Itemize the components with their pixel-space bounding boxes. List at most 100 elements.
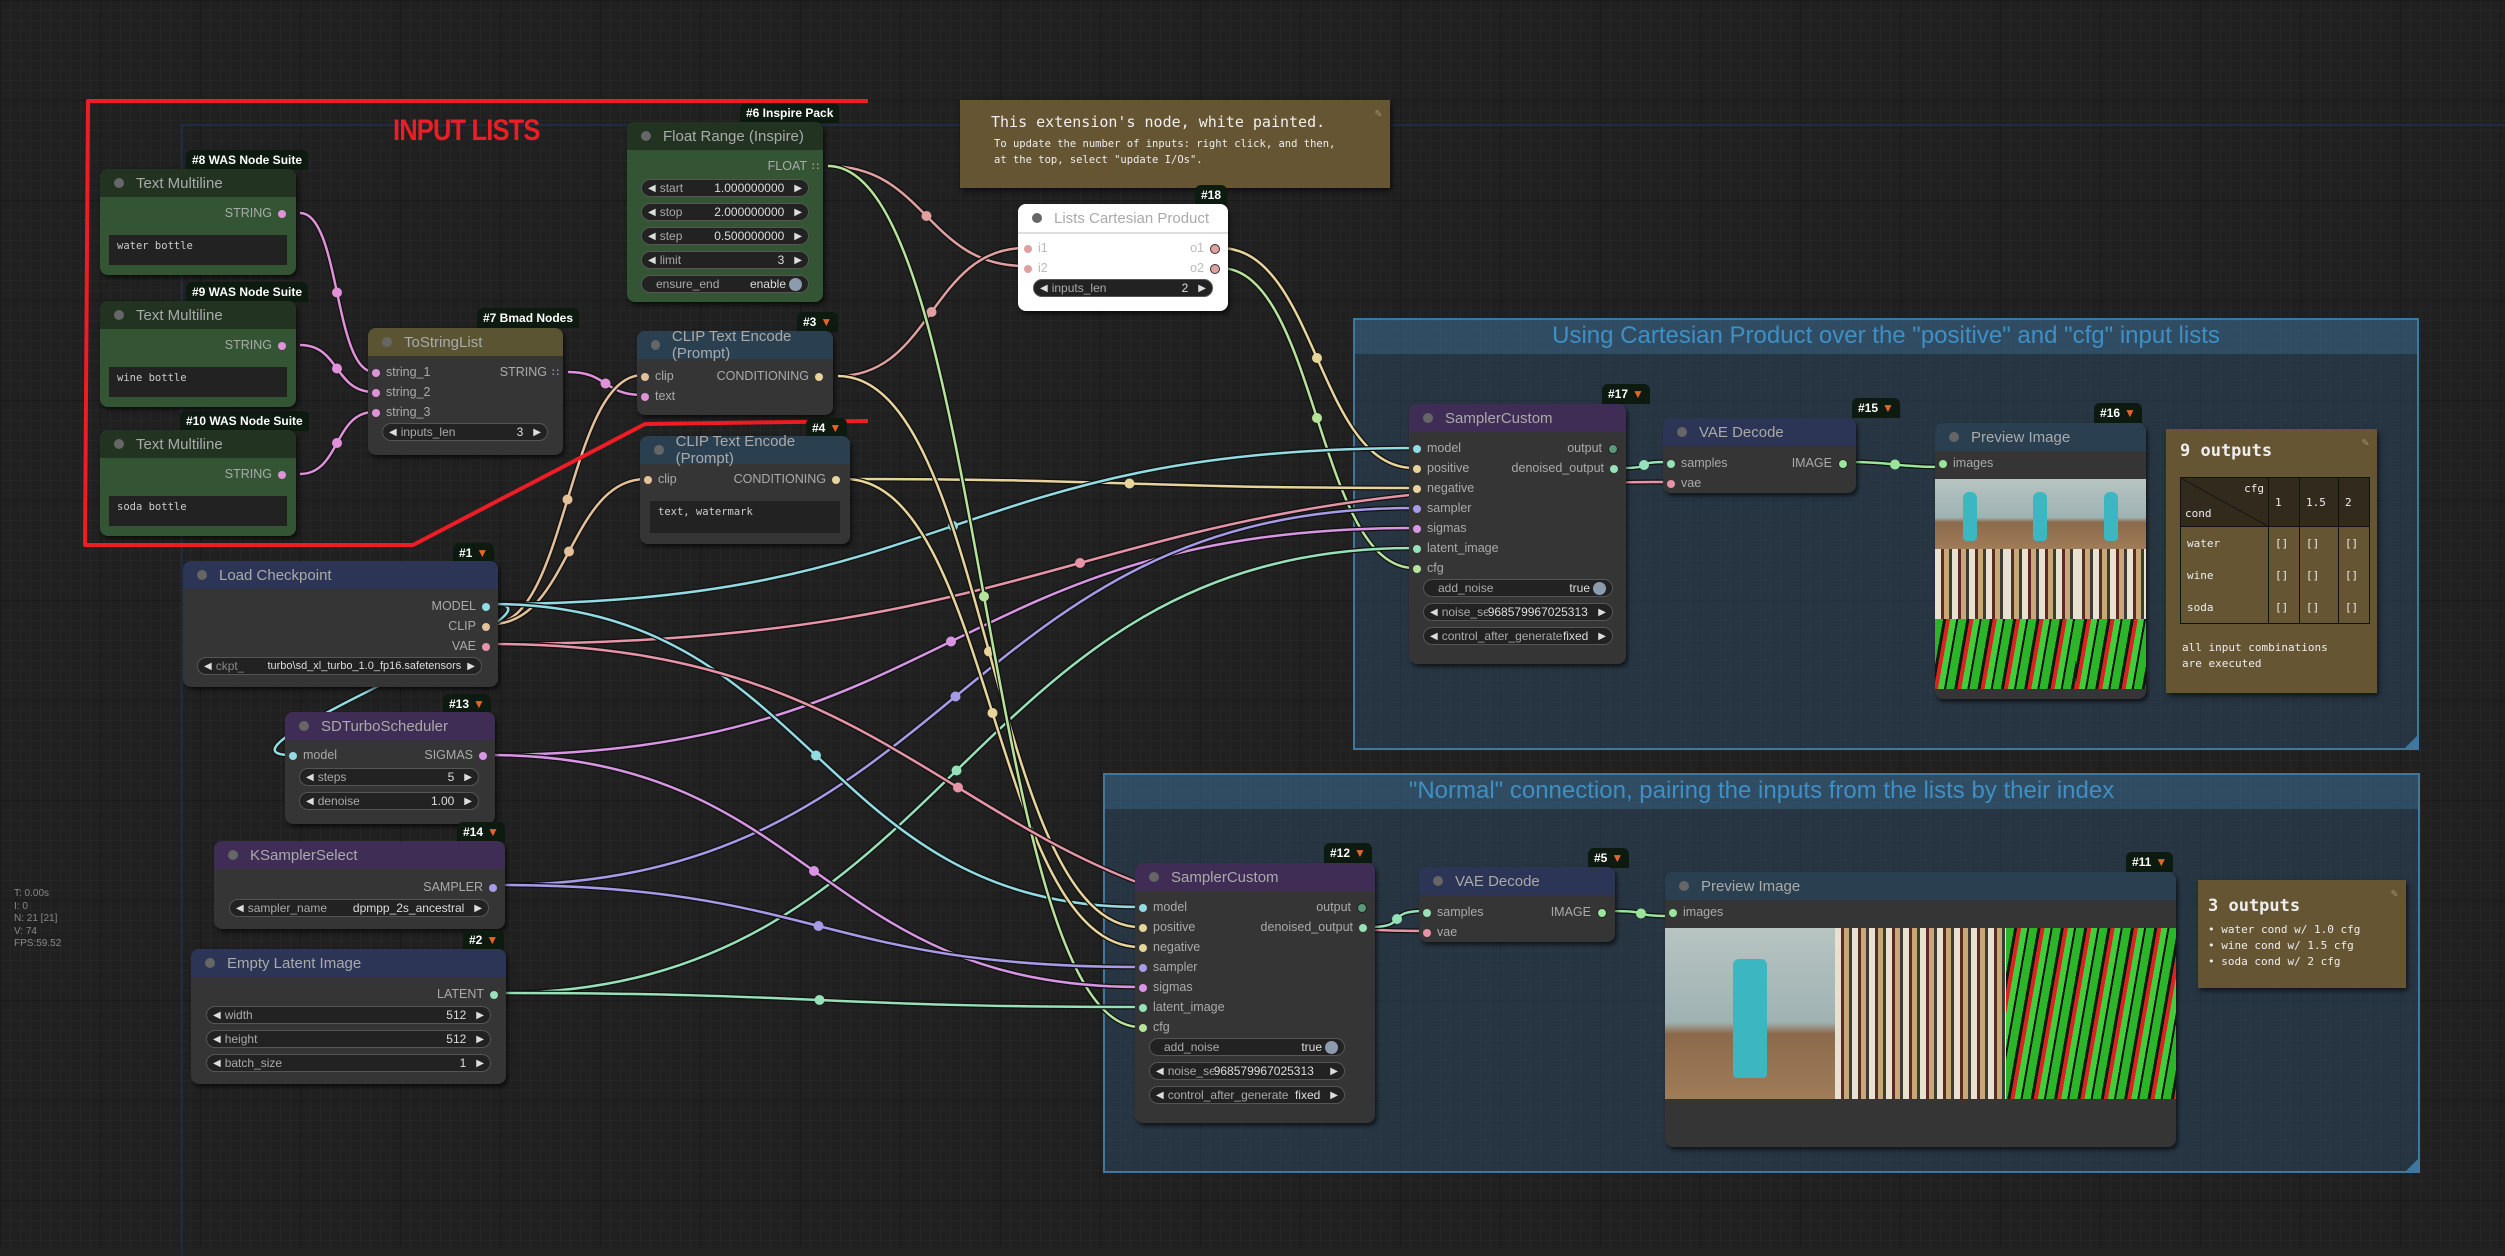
increment-arrow-icon[interactable]: ▶: [464, 796, 472, 807]
step-widget[interactable]: ◀ step 0.500000000 ▶: [641, 227, 809, 245]
node-clip-text-encode-4[interactable]: CLIP Text Encode (Prompt) clip CONDITION…: [640, 433, 850, 544]
collapse-dot-icon[interactable]: [1677, 427, 1687, 437]
slot-dot-icon[interactable]: [1608, 443, 1618, 454]
preview-image-grid[interactable]: [1935, 479, 2146, 689]
node-ksampler-select-14[interactable]: KSamplerSelect SAMPLER ◀ sampler_name dpmp…: [214, 841, 505, 929]
node-text-multiline-9[interactable]: Text Multiline STRING wine bottle: [100, 301, 296, 407]
noise-seed-widget[interactable]: ◀noise_seed968579967025313 ▶: [1149, 1062, 1345, 1080]
input-slot-vae[interactable]: vae: [1423, 922, 1457, 942]
input-slot-latent-image[interactable]: latent_image: [1413, 538, 1499, 558]
steps-widget[interactable]: ◀ steps 5 ▶: [299, 768, 479, 786]
output-slot-string[interactable]: STRING: [225, 464, 292, 484]
output-slot-vae[interactable]: VAE: [452, 636, 496, 656]
collapse-dot-icon[interactable]: [197, 570, 207, 580]
output-slot-denoised-output[interactable]: denoised_output: [1512, 458, 1624, 478]
add-noise-toggle[interactable]: add_noise true: [1423, 579, 1613, 597]
slot-dot-icon[interactable]: [482, 602, 490, 611]
input-slot-cfg[interactable]: cfg: [1139, 1017, 1170, 1037]
decrement-arrow-icon[interactable]: ◀: [213, 1010, 221, 1021]
node-header[interactable]: Preview Image: [1665, 872, 2176, 900]
decrement-arrow-icon[interactable]: ◀: [204, 661, 212, 672]
slot-dot-icon[interactable]: [278, 470, 286, 479]
decrement-arrow-icon[interactable]: ◀: [648, 207, 656, 218]
increment-arrow-icon[interactable]: ▶: [467, 661, 475, 672]
decrement-arrow-icon[interactable]: ◀: [1156, 1066, 1164, 1077]
slot-dot-icon[interactable]: [1139, 963, 1147, 972]
increment-arrow-icon[interactable]: ▶: [474, 903, 482, 914]
group-resize-handle[interactable]: [2405, 736, 2417, 748]
collapse-dot-icon[interactable]: [382, 337, 392, 347]
increment-arrow-icon[interactable]: ▶: [1198, 283, 1206, 294]
decrement-arrow-icon[interactable]: ◀: [213, 1034, 221, 1045]
ckpt-name-select[interactable]: ◀ckpt_name turbo\sd_xl_turbo_1.0_fp16.saf…: [197, 657, 482, 675]
output-slot-conditioning[interactable]: CONDITIONING: [717, 366, 829, 386]
group-title[interactable]: Using Cartesian Product over the "positi…: [1355, 320, 2417, 354]
input-slot-negative[interactable]: negative: [1413, 478, 1474, 498]
output-slot-string-list[interactable]: STRING ∷: [500, 362, 559, 382]
list-output-icon[interactable]: ∷: [552, 367, 559, 379]
text-input[interactable]: wine bottle: [109, 367, 287, 397]
input-slot-i2[interactable]: i2: [1024, 258, 1048, 278]
node-header[interactable]: KSamplerSelect: [214, 841, 505, 869]
text-input[interactable]: text, watermark: [650, 501, 840, 533]
group-resize-handle[interactable]: [2406, 1159, 2418, 1171]
input-slot-images[interactable]: images: [1669, 902, 1723, 922]
slot-dot-icon[interactable]: [490, 990, 498, 999]
slot-dot-icon[interactable]: [1139, 943, 1147, 952]
slot-dot-icon[interactable]: [289, 751, 297, 760]
toggle-knob-icon[interactable]: [789, 277, 802, 291]
collapse-dot-icon[interactable]: [114, 178, 124, 188]
collapse-dot-icon[interactable]: [1949, 432, 1959, 442]
node-text-multiline-10[interactable]: Text Multiline STRING soda bottle: [100, 430, 296, 536]
node-sampler-custom-12[interactable]: SamplerCustom output denoised_output mod…: [1135, 863, 1375, 1123]
output-slot-latent[interactable]: LATENT: [437, 984, 504, 1004]
node-header[interactable]: Lists Cartesian Product: [1018, 204, 1228, 234]
slot-dot-icon[interactable]: [1413, 444, 1421, 453]
increment-arrow-icon[interactable]: ▶: [476, 1034, 484, 1045]
collapse-dot-icon[interactable]: [1679, 881, 1689, 891]
note-three-outputs[interactable]: 3 outputs ✎ • water cond w/ 1.0 cfg • wi…: [2198, 880, 2406, 988]
increment-arrow-icon[interactable]: ▶: [794, 231, 802, 242]
slot-dot-icon[interactable]: [278, 209, 286, 218]
height-widget[interactable]: ◀ height 512 ▶: [206, 1030, 491, 1048]
input-slot-i1[interactable]: i1: [1024, 238, 1048, 258]
decrement-arrow-icon[interactable]: ◀: [648, 255, 656, 266]
slot-dot-icon[interactable]: [372, 388, 380, 397]
node-header[interactable]: Text Multiline: [100, 301, 296, 329]
slot-dot-icon[interactable]: [1423, 928, 1431, 937]
slot-dot-icon[interactable]: [815, 372, 823, 381]
input-slot-sigmas[interactable]: sigmas: [1139, 977, 1193, 997]
node-header[interactable]: CLIP Text Encode (Prompt): [637, 328, 833, 362]
node-header[interactable]: VAE Decode: [1663, 418, 1856, 446]
decrement-arrow-icon[interactable]: ◀: [648, 231, 656, 242]
node-preview-image-16[interactable]: Preview Image images: [1935, 423, 2146, 699]
output-slot-float[interactable]: FLOAT ∷: [768, 156, 819, 176]
output-slot-output[interactable]: output: [1567, 438, 1624, 458]
slot-dot-icon[interactable]: [1139, 1003, 1147, 1012]
toggle-knob-icon[interactable]: [1593, 581, 1606, 595]
slot-dot-icon[interactable]: [1024, 264, 1032, 273]
collapse-dot-icon[interactable]: [205, 958, 215, 968]
increment-arrow-icon[interactable]: ▶: [1598, 607, 1606, 618]
input-slot-samples[interactable]: samples: [1667, 453, 1728, 473]
noise-seed-widget[interactable]: ◀noise_seed968579967025313 ▶: [1423, 603, 1613, 621]
slot-dot-icon[interactable]: [1210, 243, 1220, 254]
increment-arrow-icon[interactable]: ▶: [794, 183, 802, 194]
input-slot-string-3[interactable]: string_3: [372, 402, 430, 422]
stop-widget[interactable]: ◀ stop 2.000000000 ▶: [641, 203, 809, 221]
node-header[interactable]: SDTurboScheduler: [285, 712, 495, 740]
width-widget[interactable]: ◀ width 512 ▶: [206, 1006, 491, 1024]
output-slot-conditioning[interactable]: CONDITIONING: [734, 469, 846, 489]
collapse-dot-icon[interactable]: [228, 850, 238, 860]
output-slot-clip[interactable]: CLIP: [448, 616, 496, 636]
slot-dot-icon[interactable]: [1413, 564, 1421, 573]
node-empty-latent-image-2[interactable]: Empty Latent Image LATENT ◀ width 512 ▶ ◀ he…: [191, 949, 506, 1084]
node-clip-text-encode-3[interactable]: CLIP Text Encode (Prompt) clip text COND…: [637, 328, 833, 415]
node-header[interactable]: Text Multiline: [100, 169, 296, 197]
control-after-generate-select[interactable]: ◀ control_after_generate fixed ▶: [1149, 1086, 1345, 1104]
input-slot-images[interactable]: images: [1939, 453, 1993, 473]
increment-arrow-icon[interactable]: ▶: [794, 207, 802, 218]
output-slot-string[interactable]: STRING: [225, 335, 292, 355]
slot-dot-icon[interactable]: [1939, 459, 1947, 468]
slot-dot-icon[interactable]: [1210, 263, 1220, 274]
